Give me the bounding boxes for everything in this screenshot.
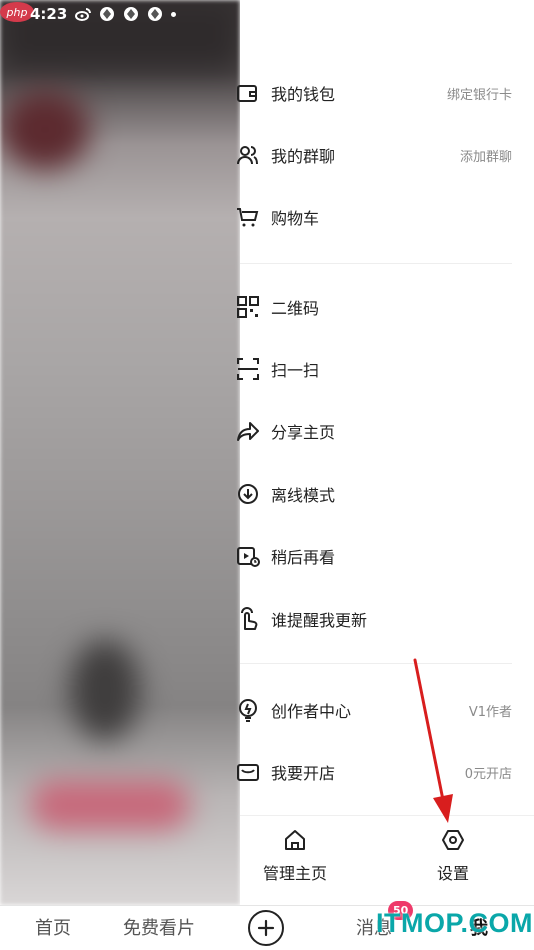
menu-item-hint: 添加群聊 [459, 149, 512, 165]
more-notifications-dot [171, 11, 177, 17]
menu-item-scan[interactable]: 扫一扫 [237, 345, 534, 393]
menu-item-creator-center[interactable]: 创作者中心 V1作者 [239, 686, 534, 734]
menu-item-label: 我的群聊 [271, 147, 336, 166]
offline-download-icon [238, 484, 258, 504]
annotation-arrow [413, 658, 453, 823]
app-notification-icon [124, 7, 139, 21]
settings-button[interactable]: 设置 [398, 828, 508, 898]
publish-button[interactable] [248, 910, 284, 946]
menu-item-remind-update[interactable]: 谁提醒我更新 [240, 595, 534, 643]
open-shop-icon [237, 764, 259, 781]
menu-item-label: 我的钱包 [271, 85, 336, 104]
menu-item-label: 我要开店 [271, 764, 336, 783]
share-icon [237, 422, 259, 441]
home-icon [285, 830, 305, 850]
plus-icon [257, 919, 275, 937]
side-drawer: 我的钱包 绑定银行卡 我的群聊 添加群聊 购物车 二维码 扫一扫 分享主页 离线… [237, 0, 534, 905]
remind-update-icon [241, 607, 258, 630]
status-bar: 4:23 [0, 0, 240, 28]
settings-label: 设置 [436, 864, 469, 883]
menu-item-offline[interactable]: 离线模式 [238, 470, 534, 518]
app-notification-icon [148, 7, 163, 21]
menu-item-label: 扫一扫 [271, 361, 320, 380]
menu-item-label: 二维码 [271, 299, 320, 318]
menu-item-label: 谁提醒我更新 [271, 611, 368, 630]
menu-item-group-chat[interactable]: 我的群聊 添加群聊 [237, 131, 534, 179]
menu-item-hint: 0元开店 [464, 766, 512, 782]
menu-item-cart[interactable]: 购物车 [237, 193, 534, 241]
menu-item-share[interactable]: 分享主页 [237, 407, 534, 455]
manage-home-label: 管理主页 [262, 864, 327, 883]
menu-item-watch-later[interactable]: 稍后再看 [237, 532, 534, 580]
menu-item-hint: V1作者 [468, 704, 512, 720]
site-watermark: ITMOP.COM [376, 908, 534, 938]
drawer-bottom-bar: 管理主页 设置 [240, 815, 534, 905]
wallet-icon [237, 85, 257, 102]
menu-divider [240, 263, 512, 264]
weibo-icon [75, 8, 92, 21]
background-button [30, 780, 190, 830]
menu-item-hint: 绑定银行卡 [446, 87, 512, 103]
menu-item-label: 离线模式 [271, 486, 336, 505]
menu-item-label: 创作者中心 [271, 702, 352, 721]
cart-icon [237, 208, 259, 227]
menu-item-label: 分享主页 [271, 423, 336, 442]
tab-free-movies[interactable]: 免费看片 [123, 914, 195, 940]
qrcode-icon [237, 296, 259, 318]
menu-item-qrcode[interactable]: 二维码 [237, 283, 534, 331]
tab-home[interactable]: 首页 [35, 914, 71, 940]
background-thumbnail [70, 640, 140, 740]
menu-divider [240, 663, 512, 664]
menu-item-wallet[interactable]: 我的钱包 绑定银行卡 [237, 69, 534, 117]
menu-item-label: 购物车 [271, 209, 320, 228]
blurred-background-page[interactable] [0, 0, 240, 905]
background-avatar [0, 90, 90, 170]
watch-later-icon [237, 547, 260, 567]
manage-home-button[interactable]: 管理主页 [240, 828, 350, 898]
group-chat-icon [237, 146, 258, 165]
scan-icon [237, 358, 259, 380]
app-notification-icon [100, 7, 115, 21]
creator-bulb-icon [239, 699, 257, 722]
menu-item-label: 稍后再看 [271, 548, 336, 567]
status-time: 4:23 [30, 5, 68, 23]
settings-hexagon-icon [442, 830, 464, 850]
menu-item-open-shop[interactable]: 我要开店 0元开店 [237, 748, 534, 796]
